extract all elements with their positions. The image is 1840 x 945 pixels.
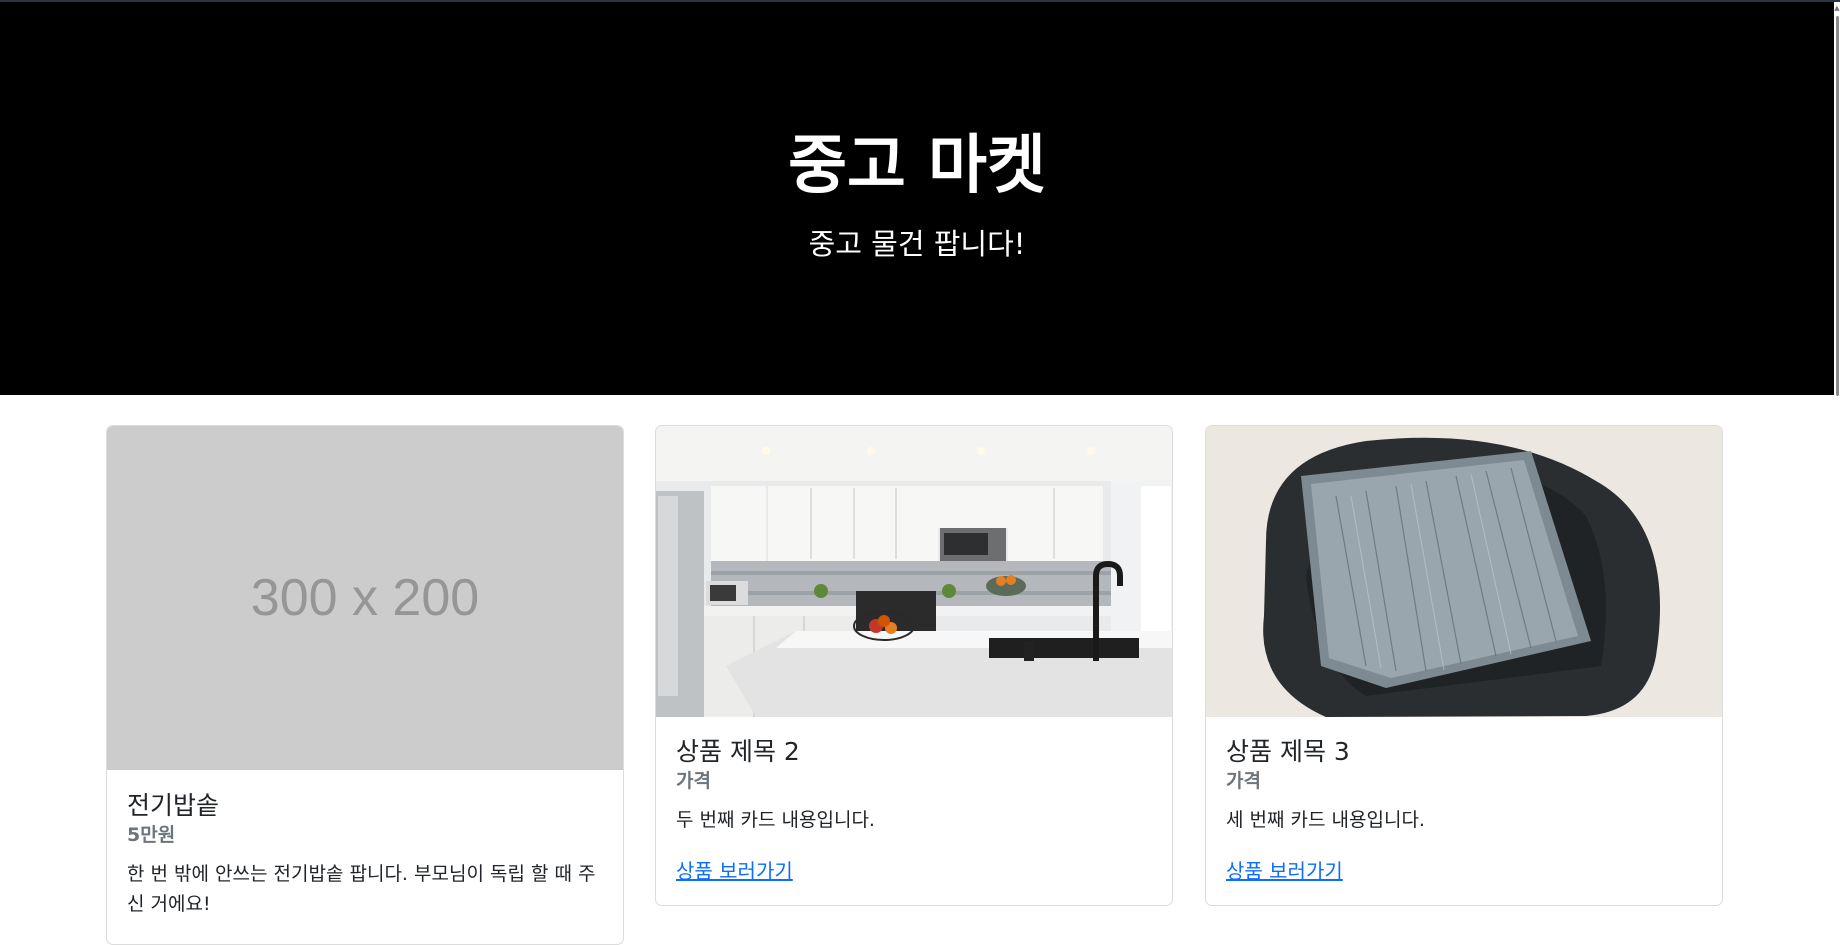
page-scrollbar[interactable]: ▲ <box>1834 2 1840 931</box>
card-description: 두 번째 카드 내용입니다. <box>676 809 875 831</box>
card-body: 상품 제목 2 가격 두 번째 카드 내용입니다. 상품 보러가기 <box>656 717 1172 904</box>
placeholder-size-text: 300 x 200 <box>250 569 480 627</box>
card-price: 5만원 <box>127 824 176 846</box>
card-title: 전기밥솥 <box>127 791 220 820</box>
view-product-link[interactable]: 상품 보러가기 <box>676 855 793 884</box>
hero-banner: 중고 마켓 중고 물건 팝니다! <box>0 2 1834 395</box>
scroll-up-arrow-icon[interactable]: ▲ <box>1834 4 1840 12</box>
card-title: 상품 제목 2 <box>676 737 800 766</box>
card-price: 가격 <box>676 770 711 792</box>
kitchen-photo <box>656 426 1172 717</box>
hero-subtitle: 중고 물건 팝니다! <box>808 227 1026 261</box>
page: 중고 마켓 중고 물건 팝니다! 300 x 200 전기밥솥 5만원 한 번 … <box>0 0 1834 945</box>
card-body: 상품 제목 3 가격 세 번째 카드 내용입니다. 상품 보러가기 <box>1206 717 1722 904</box>
product-card-1: 300 x 200 전기밥솥 5만원 한 번 밖에 안쓰는 전기밥솥 팝니다. … <box>106 425 624 945</box>
product-card-grid: 300 x 200 전기밥솥 5만원 한 번 밖에 안쓰는 전기밥솥 팝니다. … <box>106 425 1726 945</box>
chair-pillow-photo <box>1206 426 1722 717</box>
product-card-2: 상품 제목 2 가격 두 번째 카드 내용입니다. 상품 보러가기 <box>655 425 1173 906</box>
card-body: 전기밥솥 5만원 한 번 밖에 안쓰는 전기밥솥 팝니다. 부모님이 독립 할 … <box>107 770 623 939</box>
card-description: 세 번째 카드 내용입니다. <box>1226 809 1425 831</box>
product-card-3: 상품 제목 3 가격 세 번째 카드 내용입니다. 상품 보러가기 <box>1205 425 1723 906</box>
view-product-link[interactable]: 상품 보러가기 <box>1226 855 1343 884</box>
card-title: 상품 제목 3 <box>1226 737 1350 766</box>
product-image-placeholder: 300 x 200 <box>107 426 623 770</box>
scrollbar-thumb[interactable] <box>1836 16 1839 396</box>
card-description: 한 번 밖에 안쓰는 전기밥솥 팝니다. 부모님이 독립 할 때 주신 거에요! <box>127 863 596 915</box>
card-price: 가격 <box>1226 770 1261 792</box>
hero-title: 중고 마켓 <box>788 129 1046 203</box>
